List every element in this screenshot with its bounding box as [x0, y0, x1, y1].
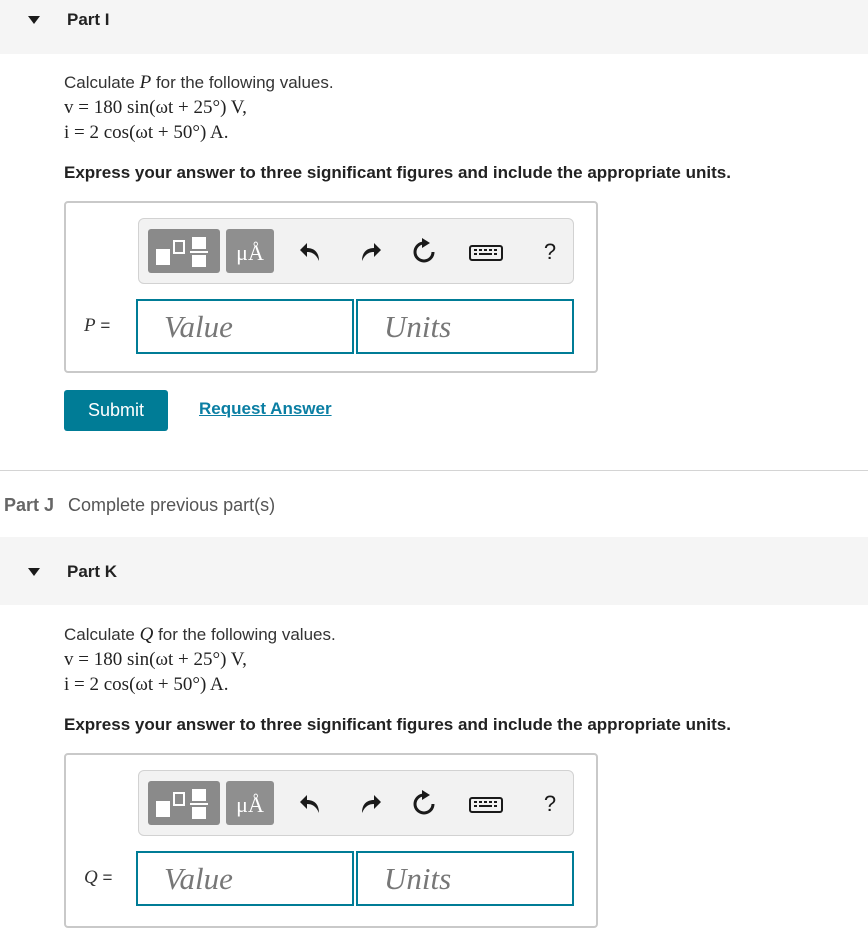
current-equation: i = 2 cos(ωt + 50°) A.	[64, 122, 229, 143]
voltage-equation: v = 180 sin(ωt + 25°) V,	[64, 97, 247, 118]
units-button[interactable]: μÅ	[226, 781, 274, 825]
answer-label: P =	[84, 315, 110, 337]
answer-equals: =	[95, 316, 111, 335]
part-j-label: Part J	[4, 495, 55, 515]
submit-button[interactable]: Submit	[64, 390, 168, 431]
units-button[interactable]: μÅ	[226, 229, 274, 273]
value-input[interactable]	[138, 301, 352, 352]
help-button[interactable]: ?	[537, 791, 563, 821]
value-input[interactable]	[138, 853, 352, 904]
part-i-answer-box: μÅ ? P =	[64, 201, 598, 373]
intro-text-suffix: for the following values.	[151, 73, 334, 92]
keyboard-icon[interactable]	[469, 789, 503, 819]
part-j-row: Part J Complete previous part(s)	[4, 495, 275, 516]
templates-button[interactable]	[148, 781, 220, 825]
intro-variable: Q	[139, 624, 154, 645]
intro-text: Calculate	[64, 73, 140, 92]
math-toolbar: μÅ ?	[138, 218, 574, 284]
help-button[interactable]: ?	[537, 239, 563, 269]
part-i-header[interactable]: Part I	[0, 0, 868, 54]
units-input[interactable]	[358, 301, 572, 352]
templates-icon	[156, 237, 208, 267]
redo-icon[interactable]	[356, 237, 382, 267]
keyboard-icon[interactable]	[469, 237, 503, 267]
part-k-title: Part K	[67, 562, 118, 581]
collapse-caret-icon[interactable]	[28, 568, 40, 576]
part-k-answer-box: μÅ ? Q =	[64, 753, 598, 928]
part-i-problem: Calculate P for the following values. v …	[64, 70, 334, 145]
part-i-title: Part I	[67, 10, 110, 29]
voltage-equation: v = 180 sin(ωt + 25°) V,	[64, 649, 247, 670]
part-k-header[interactable]: Part K	[0, 537, 868, 605]
intro-text: Calculate	[64, 625, 140, 644]
templates-icon	[156, 789, 208, 819]
current-equation: i = 2 cos(ωt + 50°) A.	[64, 674, 229, 695]
request-answer-link[interactable]: Request Answer	[199, 399, 332, 419]
problem-intro: Calculate Q for the following values.	[64, 622, 336, 647]
answer-variable: P	[84, 315, 96, 336]
units-input[interactable]	[358, 853, 572, 904]
units-field[interactable]	[356, 851, 574, 906]
answer-label: Q =	[84, 867, 112, 889]
undo-icon[interactable]	[299, 789, 325, 819]
templates-button[interactable]	[148, 229, 220, 273]
part-j-note: Complete previous part(s)	[68, 495, 276, 515]
part-k-problem: Calculate Q for the following values. v …	[64, 622, 336, 697]
value-field[interactable]	[136, 851, 354, 906]
intro-variable: P	[139, 72, 152, 93]
reset-icon[interactable]	[411, 789, 437, 819]
math-toolbar: μÅ ?	[138, 770, 574, 836]
part-k-instruction: Express your answer to three significant…	[64, 715, 731, 734]
undo-icon[interactable]	[299, 237, 325, 267]
answer-variable: Q	[84, 867, 98, 888]
section-divider	[0, 470, 868, 471]
reset-icon[interactable]	[411, 237, 437, 267]
collapse-caret-icon[interactable]	[28, 16, 40, 24]
value-field[interactable]	[136, 299, 354, 354]
problem-intro: Calculate P for the following values.	[64, 70, 334, 95]
redo-icon[interactable]	[356, 789, 382, 819]
part-i-instruction: Express your answer to three significant…	[64, 163, 731, 182]
answer-equals: =	[97, 868, 113, 887]
intro-text-suffix: for the following values.	[153, 625, 336, 644]
units-field[interactable]	[356, 299, 574, 354]
